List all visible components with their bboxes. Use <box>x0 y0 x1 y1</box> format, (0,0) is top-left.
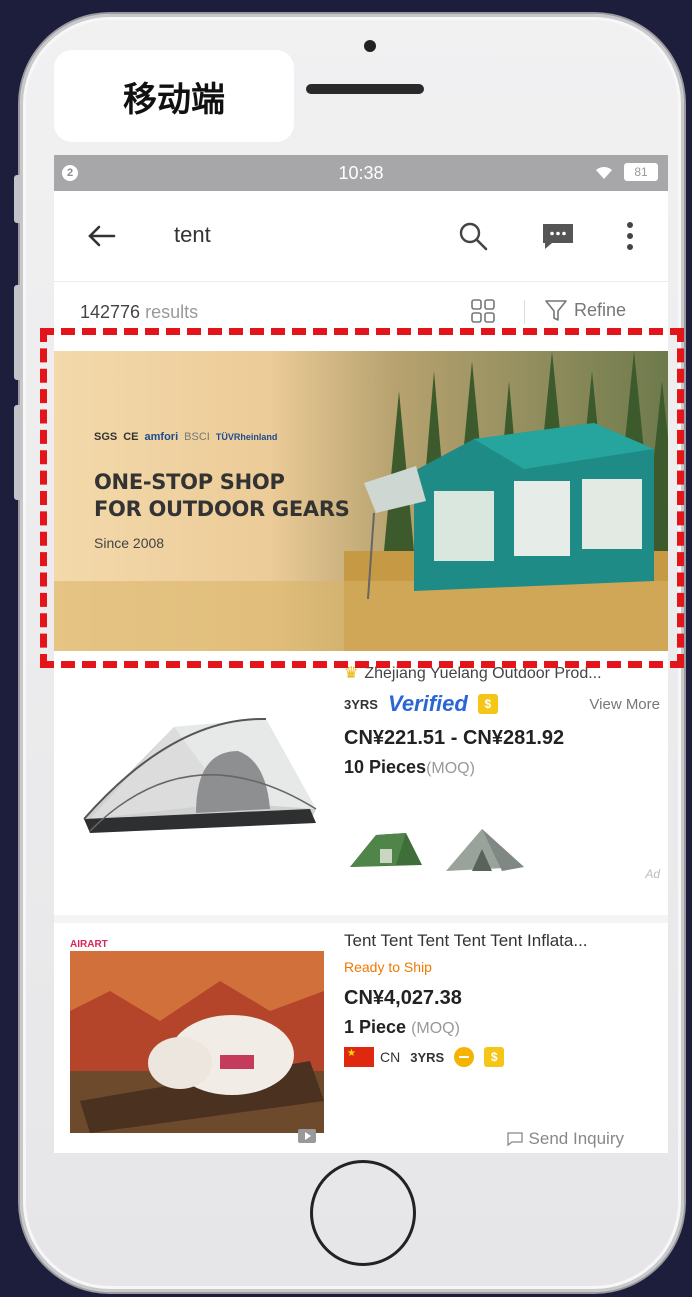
years-badge: 3YRS <box>410 1049 445 1065</box>
years-badge: 3YRS <box>344 696 378 712</box>
message-icon <box>506 1132 523 1146</box>
variant-thumbnail[interactable] <box>346 827 426 873</box>
battery-indicator: 81 <box>624 163 658 181</box>
refine-label: Refine <box>574 299 627 320</box>
coin-icon <box>454 1047 475 1067</box>
variant-thumbnail[interactable] <box>442 823 528 875</box>
product-card[interactable]: ♛ Zhejiang Yuelang Outdoor Prod... 3YRS V… <box>54 651 668 901</box>
more-vertical-icon[interactable] <box>616 219 644 253</box>
divider <box>524 300 525 324</box>
send-inquiry-label: Send Inquiry <box>528 1129 624 1148</box>
send-inquiry-button[interactable]: Send Inquiry <box>506 1129 624 1149</box>
funnel-icon <box>545 300 567 321</box>
search-icon[interactable] <box>456 219 490 253</box>
ad-label: Ad <box>645 867 660 881</box>
product-price: CN¥221.51 - CN¥281.92 <box>344 727 565 749</box>
volume-down-button <box>14 405 22 500</box>
page: 移动端 2 10:38 81 tent 142776 results Refin… <box>0 0 692 1297</box>
mute-switch <box>14 175 22 223</box>
back-arrow-icon[interactable] <box>84 219 118 253</box>
play-icon[interactable] <box>298 1129 316 1143</box>
home-button[interactable] <box>310 1160 416 1266</box>
min-order: 1 Piece (MOQ) <box>344 1017 460 1037</box>
front-camera <box>364 40 376 52</box>
verified-badge: Verified <box>387 691 468 716</box>
notification-badge: 2 <box>62 165 78 181</box>
min-order: 10 Pieces(MOQ) <box>344 757 475 777</box>
product-price: CN¥4,027.38 <box>344 987 462 1009</box>
refine-button[interactable]: Refine <box>544 298 626 322</box>
brand-tag: AIRART <box>70 939 108 950</box>
view-more-link[interactable]: View More <box>589 696 660 713</box>
product-image[interactable] <box>70 691 330 851</box>
volume-up-button <box>14 285 22 380</box>
country-code: CN <box>380 1049 401 1065</box>
search-header: tent <box>54 191 668 282</box>
results-count: 142776 results <box>80 302 199 322</box>
product-image[interactable] <box>70 951 324 1133</box>
supplier-badges: CN 3YRS $ <box>344 1047 505 1067</box>
status-bar: 2 10:38 81 <box>54 155 668 191</box>
status-time: 10:38 <box>338 162 384 183</box>
trade-assurance-icon: $ <box>484 1047 505 1067</box>
trade-assurance-icon: $ <box>477 694 498 714</box>
supplier-badges: 3YRS Verified $ View More <box>344 691 660 717</box>
platform-label: 移动端 <box>54 50 294 142</box>
china-flag-icon <box>344 1047 374 1067</box>
search-query[interactable]: tent <box>174 222 211 248</box>
wifi-icon <box>596 166 612 179</box>
earpiece-speaker <box>306 84 424 94</box>
banner-highlight-frame <box>40 328 684 668</box>
grid-view-icon[interactable] <box>470 298 496 324</box>
product-title[interactable]: Tent Tent Tent Tent Tent Inflata... <box>344 931 660 951</box>
ready-to-ship-tag: Ready to Ship <box>344 959 432 975</box>
chat-icon[interactable] <box>540 221 576 251</box>
product-card[interactable]: AIRART Tent Tent Tent Tent Tent Inflata.… <box>54 915 668 1153</box>
